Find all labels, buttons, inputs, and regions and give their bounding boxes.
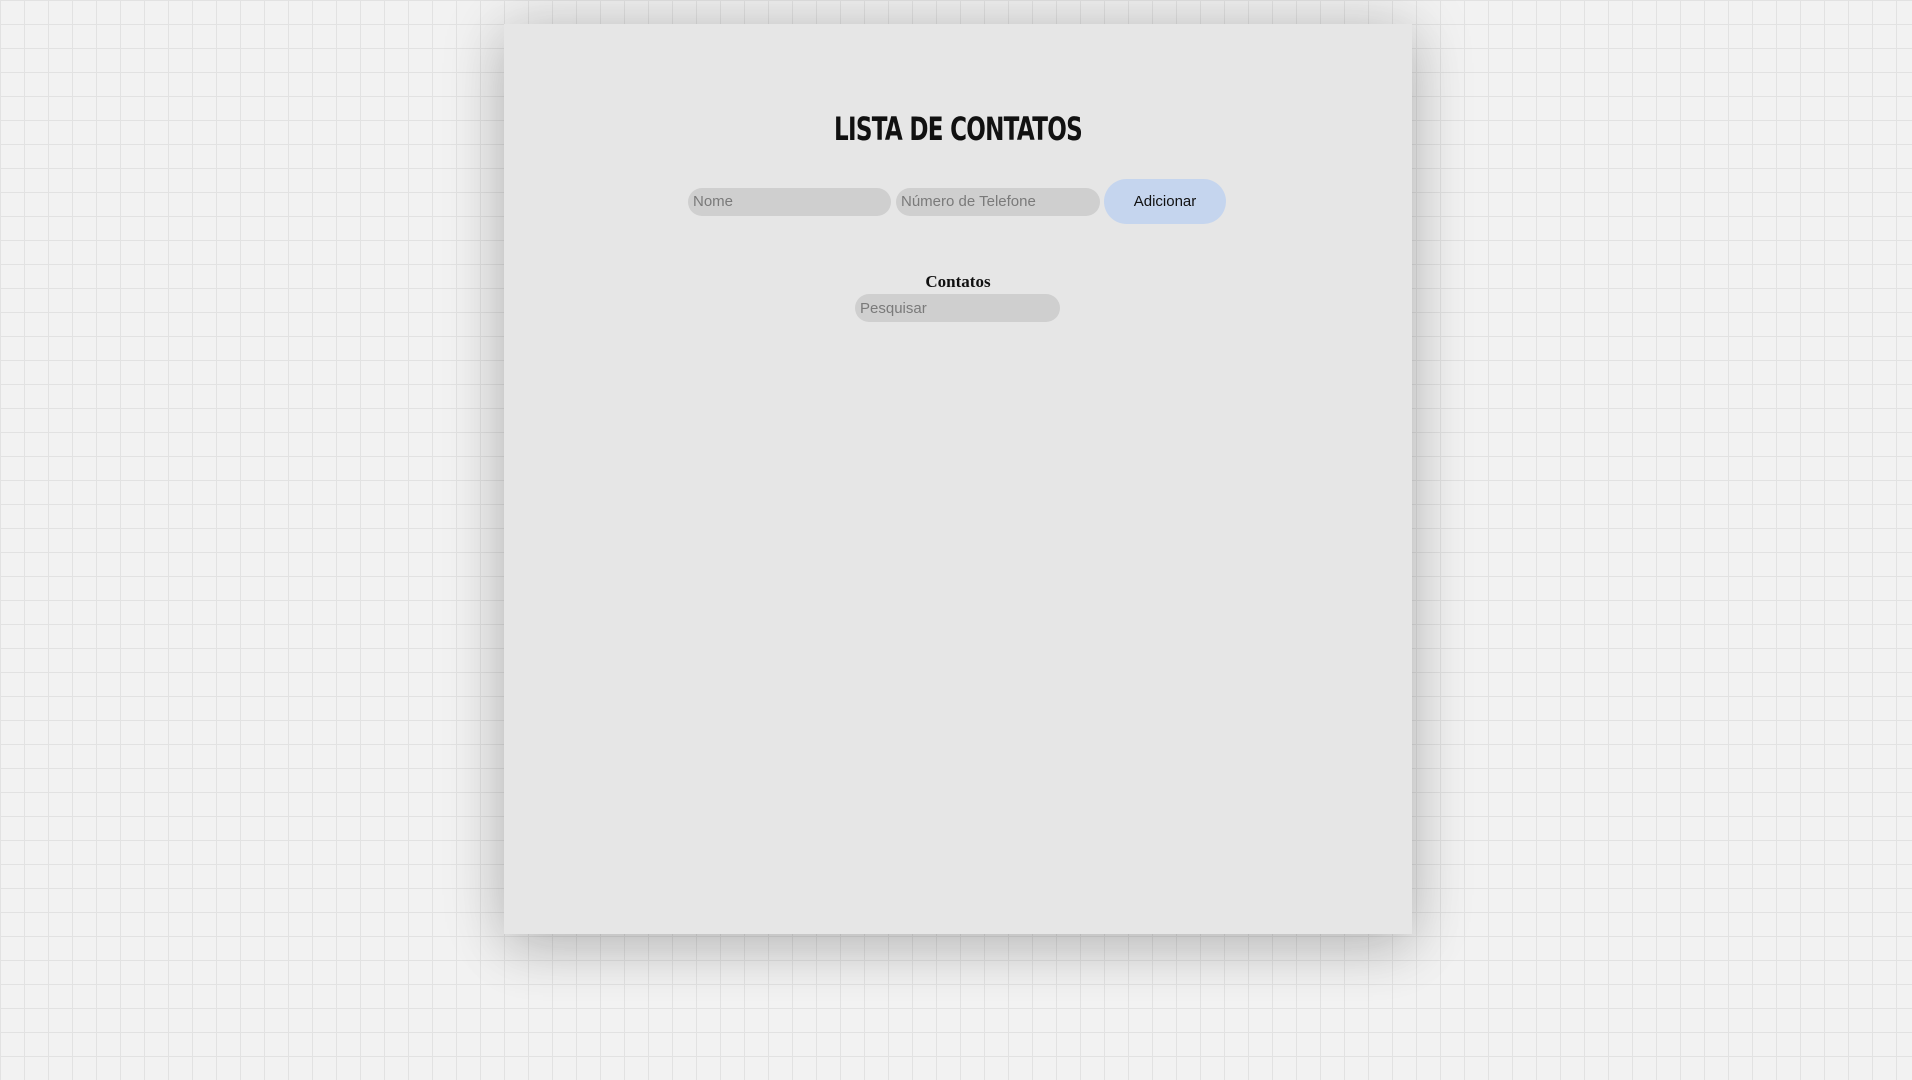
search-input[interactable]: [855, 294, 1060, 322]
name-input[interactable]: [688, 187, 891, 216]
page-title: Lista de Contatos: [834, 110, 1083, 148]
phone-input[interactable]: [896, 187, 1100, 216]
contacts-heading: Contatos: [925, 272, 991, 291]
add-contact-form: Adicionar: [688, 179, 1226, 224]
add-button[interactable]: Adicionar: [1104, 179, 1226, 224]
contacts-card: Lista de Contatos Adicionar Contatos: [504, 24, 1412, 934]
